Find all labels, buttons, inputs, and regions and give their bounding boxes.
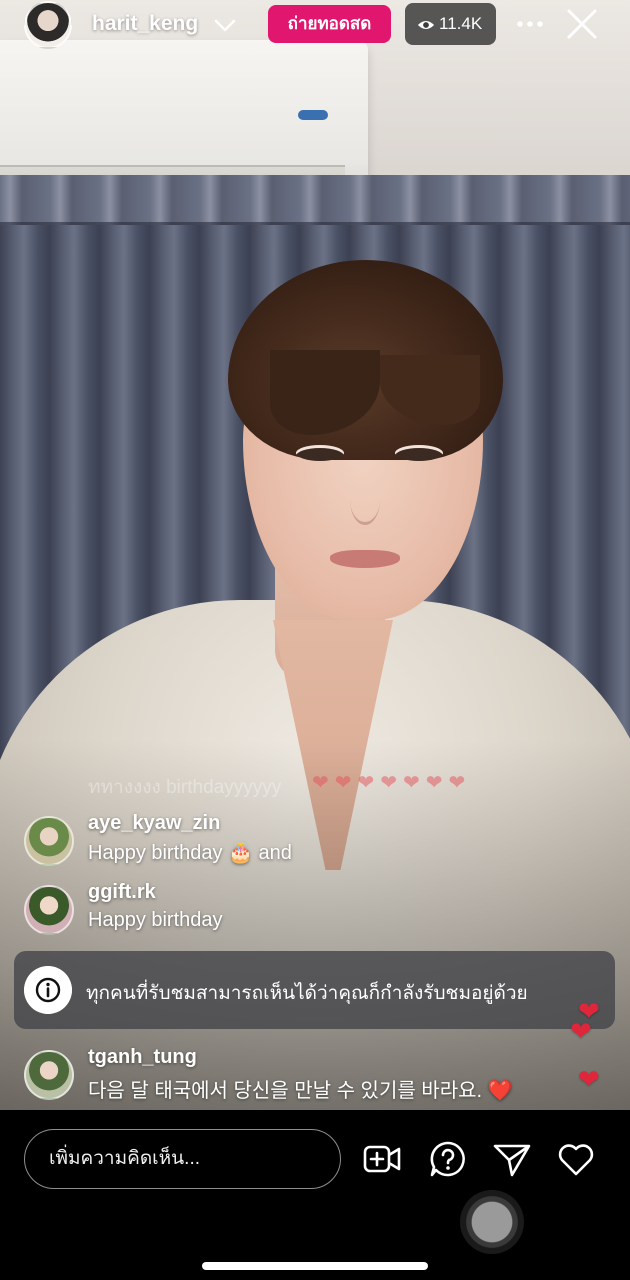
- eye: [395, 445, 443, 461]
- heart-icon[interactable]: [556, 1139, 596, 1179]
- faded-comment: ททางงงง birthdayyyyyy: [88, 777, 282, 798]
- curtain-pleats: [0, 175, 630, 225]
- eye: [296, 445, 344, 461]
- home-indicator: [202, 1262, 428, 1270]
- live-badge: ถ่ายทอดสด: [268, 5, 391, 43]
- comment-item[interactable]: tganh_tung 다음 달 태국에서 당신을 만날 수 있기를 바라요. ❤…: [24, 1046, 584, 1106]
- comment-text: 다음 달 태국에서 당신을 만날 수 있기를 바라요. ❤️: [88, 1080, 513, 1102]
- bottom-bar: [0, 1110, 630, 1280]
- commenter-avatar[interactable]: [24, 885, 74, 935]
- commenter-avatar[interactable]: [24, 816, 74, 866]
- faded-hearts: ❤❤❤❤❤❤❤: [312, 772, 472, 794]
- comment-item[interactable]: aye_kyaw_zin Happy birthday 🎂 and: [24, 812, 584, 872]
- heart-icon: ❤: [578, 1064, 600, 1094]
- heart-icon: ❤: [570, 1016, 592, 1046]
- commenter-username[interactable]: ggift.rk: [88, 881, 156, 904]
- commenter-username[interactable]: aye_kyaw_zin: [88, 812, 220, 835]
- streamer-avatar[interactable]: [24, 1, 72, 49]
- commenter-username[interactable]: tganh_tung: [88, 1046, 197, 1069]
- viewer-count-badge[interactable]: 11.4K: [405, 3, 496, 45]
- nose: [350, 475, 380, 525]
- info-banner: ทุกคนที่รับชมสามารถเห็นได้ว่าคุณก็กำลังร…: [14, 951, 615, 1029]
- viewer-count: 11.4K: [439, 14, 483, 33]
- streamer-username[interactable]: harit_keng: [92, 12, 198, 36]
- chevron-down-icon[interactable]: [210, 10, 240, 40]
- video-add-icon[interactable]: [362, 1139, 402, 1179]
- more-options-icon[interactable]: [512, 6, 548, 42]
- live-video: [0, 0, 630, 1110]
- close-icon[interactable]: [562, 4, 602, 44]
- top-bar: harit_keng ถ่ายทอดสด 11.4K: [0, 0, 630, 52]
- commenter-avatar[interactable]: [24, 1050, 74, 1100]
- info-banner-text: ทุกคนที่รับชมสามารถเห็นได้ว่าคุณก็กำลังร…: [86, 983, 528, 1004]
- comment-text: Happy birthday: [88, 909, 223, 931]
- mouth: [330, 550, 400, 568]
- question-icon[interactable]: [428, 1139, 468, 1179]
- comment-text: Happy birthday 🎂 and: [88, 842, 292, 864]
- comment-input[interactable]: [24, 1129, 341, 1189]
- info-icon: [24, 966, 72, 1014]
- record-button[interactable]: [460, 1190, 524, 1254]
- send-icon[interactable]: [492, 1139, 532, 1179]
- comment-item[interactable]: ggift.rk Happy birthday: [24, 881, 584, 941]
- eye-icon: [417, 20, 435, 29]
- ac-logo: [298, 110, 328, 120]
